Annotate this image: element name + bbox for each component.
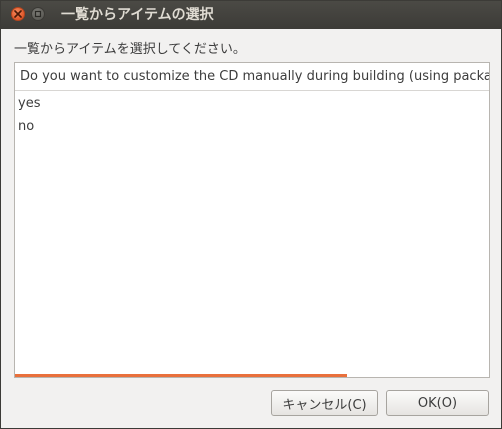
item-list[interactable]: Do you want to customize the CD manually… (14, 62, 490, 378)
ok-button[interactable]: OK(O) (386, 390, 489, 416)
list-item-yes[interactable]: yes (15, 92, 489, 115)
list-item-no[interactable]: no (15, 115, 489, 138)
horizontal-scrollbar[interactable] (15, 374, 489, 377)
cancel-button[interactable]: キャンセル(C) (271, 390, 378, 416)
dialog-window: 一覧からアイテムの選択 一覧からアイテムを選択してください。 Do you wa… (0, 0, 502, 429)
window-title: 一覧からアイテムの選択 (61, 7, 214, 23)
dialog-prompt: 一覧からアイテムを選択してください。 (14, 42, 246, 57)
scrollbar-thumb[interactable] (15, 374, 347, 377)
minimize-icon (34, 10, 42, 18)
close-icon (14, 10, 22, 18)
title-bar[interactable]: 一覧からアイテムの選択 (1, 1, 501, 29)
close-button[interactable] (11, 7, 25, 21)
list-column-header[interactable]: Do you want to customize the CD manually… (15, 63, 489, 91)
minimize-button[interactable] (31, 7, 45, 21)
